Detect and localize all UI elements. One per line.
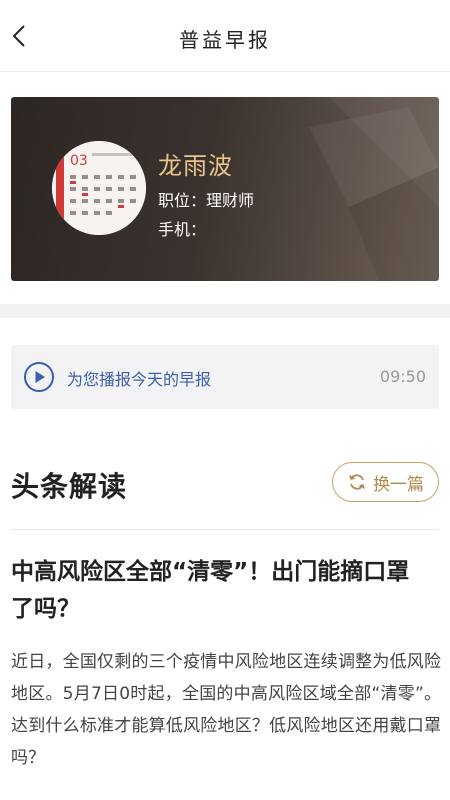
advisor-phone: 手机： — [158, 220, 207, 239]
swap-article-button[interactable]: 换一篇 — [332, 462, 439, 502]
advisor-name: 龙雨波 — [158, 152, 233, 180]
top-nav-bar: 普益早报 — [0, 0, 450, 72]
calendar-avatar-image: 03 — [52, 141, 146, 235]
card-decoration — [309, 97, 439, 281]
refresh-icon — [349, 474, 365, 490]
calendar-month: 03 — [70, 153, 88, 169]
divider — [11, 529, 439, 530]
audio-player-label: 为您播报今天的早报 — [67, 370, 212, 389]
avatar: 03 — [52, 141, 146, 235]
article-headline[interactable]: 中高风险区全部“清零”！出门能摘口罩了吗？ — [11, 554, 431, 628]
swap-article-label: 换一篇 — [373, 474, 424, 495]
section-title: 头条解读 — [11, 470, 128, 503]
advisor-role: 职位：理财师 — [158, 191, 255, 210]
page-title: 普益早报 — [179, 28, 271, 52]
audio-duration: 09:50 — [379, 367, 426, 386]
section-separator — [0, 304, 450, 318]
article-summary: 近日，全国仅剩的三个疫情中风险地区连续调整为低风险地区。5月7日0时起，全国的中… — [11, 652, 441, 768]
audio-player[interactable]: 为您播报今天的早报 09:50 — [11, 345, 439, 409]
play-icon[interactable] — [23, 361, 55, 393]
